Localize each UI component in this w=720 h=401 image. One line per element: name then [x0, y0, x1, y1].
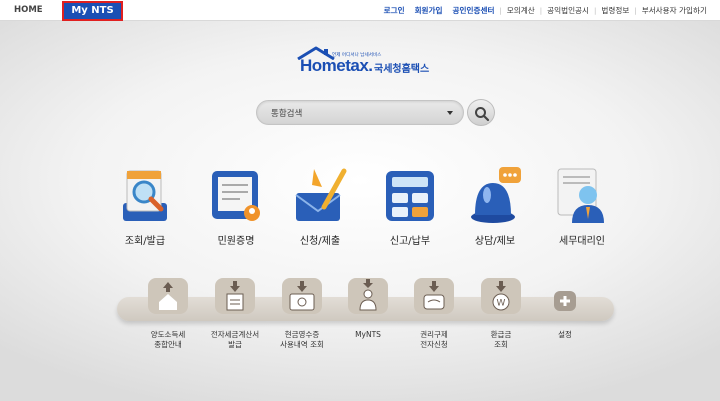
search-button[interactable] [467, 99, 495, 126]
cash-receipt-icon [282, 278, 322, 314]
search-icon [475, 107, 490, 122]
logo-korean-name: 국세청홈택스 [374, 64, 430, 75]
person-nts-icon [348, 278, 388, 314]
dept-user-signup-link[interactable]: 부서사용자 가입하기 [637, 5, 712, 16]
menu-label: 민원증명 [217, 236, 255, 247]
home-link[interactable]: HOME [14, 5, 43, 15]
login-link[interactable]: 로그인 [379, 5, 410, 16]
magnifier-document-icon [123, 170, 167, 221]
menu-label: 신청/제출 [299, 236, 341, 247]
calculator-icon [386, 171, 434, 221]
menu-consult-report[interactable]: 상담/제보 [455, 165, 535, 255]
logo-wordmark: Hometax. [300, 56, 373, 75]
invoice-download-icon [215, 278, 255, 314]
menu-label: 신고/납부 [389, 236, 431, 247]
mock-calc-link[interactable]: 모의계산 [502, 5, 540, 16]
menu-report-payment[interactable]: 신고/납부 [370, 165, 450, 255]
svg-text:W: W [497, 299, 506, 309]
menu-tax-agent[interactable]: 세무대리인 [542, 165, 622, 255]
menu-label: 조회/발급 [124, 236, 166, 247]
signup-link[interactable]: 회원가입 [410, 5, 448, 16]
law-info-link[interactable]: 법령정보 [596, 5, 634, 16]
menu-civil-certificate[interactable]: 민원증명 [196, 165, 276, 255]
menu-inquiry-issue[interactable]: 조회/발급 [105, 165, 185, 255]
mynts-tab[interactable]: My NTS [62, 1, 123, 21]
top-bar: HOME My NTS 로그인 회원가입 공인인증센터 | 모의계산 | 공익법… [0, 0, 720, 21]
quick-label: 설정 [558, 330, 572, 339]
public-corp-link[interactable]: 공익법인공시 [542, 5, 594, 16]
house-upload-icon [148, 278, 188, 314]
certificate-document-icon [212, 171, 260, 221]
dropdown-arrow-icon [447, 111, 453, 115]
search-select[interactable]: 통합검색 [256, 100, 464, 125]
hometax-logo[interactable]: 언제 어디서나 납세서비스 Hometax. 국세청홈택스 [296, 46, 436, 78]
won-coin-icon: W [481, 278, 521, 314]
handshake-icon [414, 278, 454, 314]
quick-settings[interactable]: 설정 [525, 276, 605, 356]
plus-icon [554, 291, 576, 311]
cert-center-link[interactable]: 공인인증센터 [448, 5, 500, 16]
menu-label: 상담/제보 [474, 236, 516, 247]
search-placeholder: 통합검색 [271, 109, 303, 119]
menu-label: 세무대리인 [559, 236, 605, 247]
envelope-pen-icon [295, 168, 347, 221]
top-links: 로그인 회원가입 공인인증센터 | 모의계산 | 공익법인공시 | 법령정보 |… [379, 5, 712, 16]
tax-agent-person-icon [557, 168, 604, 223]
menu-application-submit[interactable]: 신청/제출 [280, 165, 360, 255]
siren-chat-icon [471, 167, 521, 223]
